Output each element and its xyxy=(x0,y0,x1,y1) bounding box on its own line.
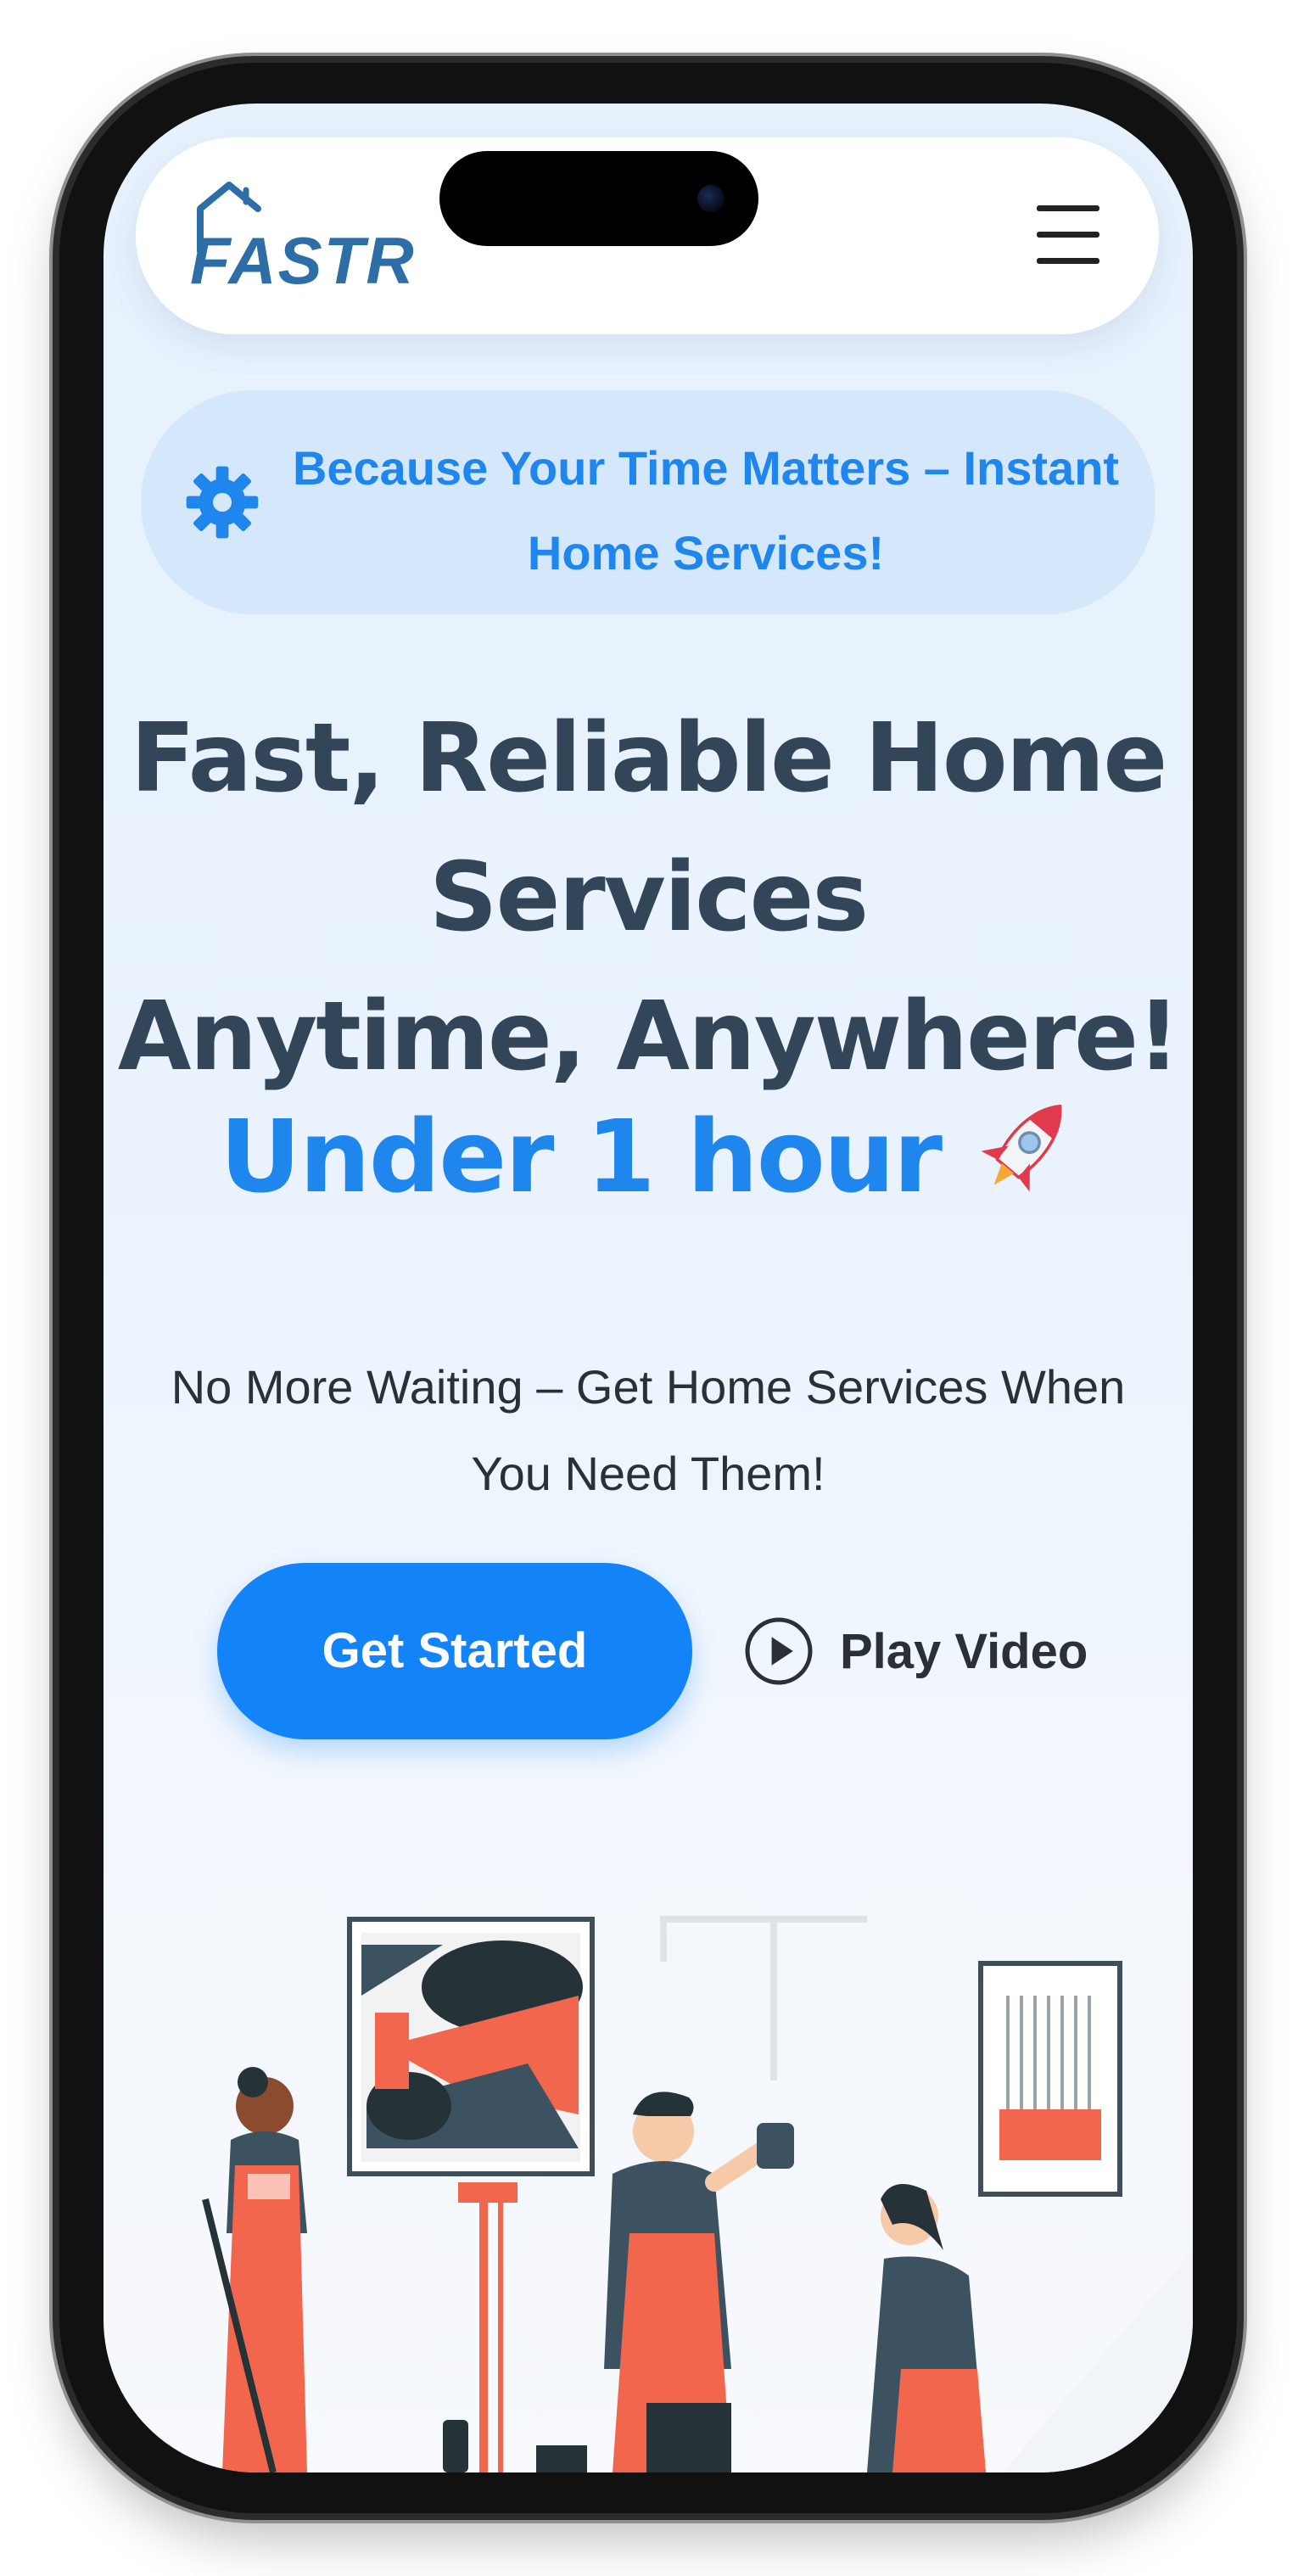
dynamic-island xyxy=(439,151,758,246)
hamburger-menu-icon[interactable] xyxy=(1037,205,1099,265)
gear-icon xyxy=(186,466,259,539)
floor-shape xyxy=(1003,2250,1193,2472)
mop xyxy=(443,2182,587,2472)
logo-text: FASTR xyxy=(190,223,416,298)
hero-subtitle: No More Waiting – Get Home Services When… xyxy=(171,1360,1126,1500)
front-camera xyxy=(697,185,725,212)
worker-right xyxy=(867,2184,986,2472)
hero-title-line-3: Anytime, Anywhere! xyxy=(117,982,1180,1092)
phone-frame: FASTR Because Your Time Matters – Instan… xyxy=(59,63,1237,2513)
get-started-button[interactable]: Get Started xyxy=(217,1563,692,1739)
phone-power-button xyxy=(1235,789,1247,1061)
fastr-logo[interactable]: FASTR xyxy=(190,178,414,298)
banner-text: Because Your Time Matters – Instant Home… xyxy=(292,441,1120,580)
worker-left xyxy=(202,2067,307,2472)
abstract-painting xyxy=(347,1917,595,2176)
play-circle-icon xyxy=(745,1617,813,1685)
hero-accent-text: Under 1 hour xyxy=(219,1098,943,1215)
phone-screen: FASTR Because Your Time Matters – Instan… xyxy=(104,104,1193,2472)
worker-middle xyxy=(604,2092,794,2472)
hero-title-line-1: Fast, Reliable Home xyxy=(130,703,1168,814)
tagline-banner: Because Your Time Matters – Instant Home… xyxy=(141,390,1155,614)
hero-title-line-2: Services xyxy=(428,843,869,953)
play-video-label: Play Video xyxy=(840,1623,1088,1679)
hero-accent: Under 1 hour xyxy=(104,1088,1193,1224)
cleaning-team-illustration xyxy=(202,1916,1193,2472)
play-video-button[interactable]: Play Video xyxy=(743,1580,1099,1722)
rocket-icon xyxy=(981,1104,1062,1192)
wall-corner-lines xyxy=(660,1916,867,2080)
small-picture xyxy=(978,1961,1122,2197)
hero-title: Fast, Reliable Home Services Anytime, An… xyxy=(104,689,1193,1106)
